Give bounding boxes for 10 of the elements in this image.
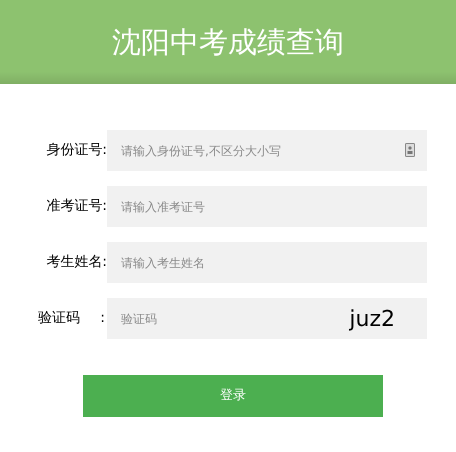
field-label: 准考证号: — [46, 197, 107, 216]
page-title: 沈阳中考成绩查询 — [112, 24, 344, 60]
field-label: 身份证号: — [46, 141, 107, 160]
field-label: 验证码 — [38, 309, 80, 328]
field-label: 考生姓名: — [46, 253, 107, 272]
colon: : — [100, 309, 105, 328]
input-field[interactable]: 请输入身份证号,不区分大小写 — [107, 130, 427, 171]
captcha-code[interactable]: juz2 — [349, 303, 395, 336]
input-field[interactable]: 请输入准考证号 — [107, 186, 427, 227]
input-field[interactable]: 请输入考生姓名 — [107, 242, 427, 283]
